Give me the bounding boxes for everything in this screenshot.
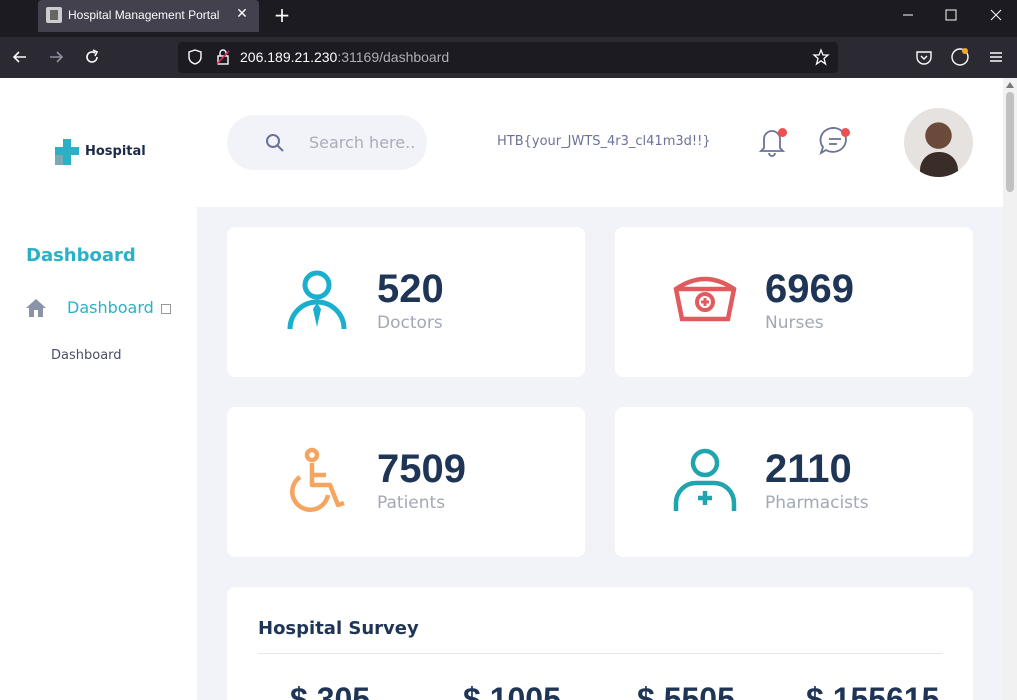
stat-value: 7509 [377,447,466,491]
url-text[interactable]: 206.189.21.230:31169/dashboard [240,49,449,65]
survey-value: $ 305 [290,681,371,700]
notification-dot [778,128,787,137]
sidebar: Hospital Dashboard Dashboard Dashboard [0,78,197,700]
stat-card-pharmacists: 2110 Pharmacists [615,407,973,557]
browser-tab[interactable]: Hospital Management Portal ✕ [38,0,259,32]
stat-value: 2110 [765,447,852,491]
reload-icon[interactable] [82,47,102,67]
site-favicon-icon [46,7,62,23]
scroll-up-arrow-icon[interactable] [1006,82,1014,88]
medical-cross-icon [55,139,79,165]
tab-close-icon[interactable]: ✕ [233,5,251,23]
insecure-lock-icon[interactable] [214,48,232,70]
stat-card-nurses: 6969 Nurses [615,227,973,377]
stat-label: Patients [377,493,446,513]
minimize-icon[interactable] [898,6,918,24]
forward-arrow-icon[interactable] [46,47,66,67]
user-avatar[interactable] [904,108,973,177]
stat-label: Nurses [765,313,824,333]
stat-card-patients: 7509 Patients [227,407,585,557]
hospital-survey-card: Hospital Survey $ 305 $ 1005 $ 5505 $ 15… [227,587,973,700]
address-bar[interactable]: 206.189.21.230:31169/dashboard [178,42,838,73]
search-placeholder: Search here.. [309,133,416,152]
sidebar-item-dashboard[interactable]: Dashboard [26,296,186,322]
firefox-account-icon[interactable] [950,47,970,67]
logo-text: Hospital [85,144,146,159]
search-icon [266,134,284,152]
sidebar-subitem-dashboard[interactable]: Dashboard [51,348,122,363]
home-icon [26,299,46,317]
pharmacist-icon [673,448,737,511]
tab-title: Hospital Management Portal [68,8,220,22]
page-viewport: Hospital Dashboard Dashboard Dashboard S… [0,78,1003,700]
browser-toolbar: 206.189.21.230:31169/dashboard [0,37,1017,78]
search-input[interactable]: Search here.. [227,115,427,170]
page-scrollbar[interactable] [1003,78,1017,700]
window-close-icon[interactable] [986,6,1006,24]
top-header: Search here.. HTB{your_JWTS_4r3_cl41m3d!… [197,78,1003,207]
survey-value: $ 1005 [463,681,561,700]
stat-value: 520 [377,267,444,311]
stat-label: Doctors [377,313,443,333]
sidebar-item-label: Dashboard [67,298,154,317]
nurse-cap-icon [673,276,737,322]
new-tab-button[interactable]: + [272,4,292,26]
missing-glyph-icon [161,304,171,314]
hamburger-menu-icon[interactable] [986,47,1006,67]
survey-value: $ 5505 [637,681,735,700]
survey-title: Hospital Survey [258,618,419,639]
message-dot [841,128,850,137]
doctor-icon [287,270,347,330]
bookmark-star-icon[interactable] [812,48,830,70]
scrollbar-thumb[interactable] [1006,92,1014,192]
survey-value: $ 155615 [806,681,940,700]
divider [258,653,943,654]
sidebar-heading: Dashboard [26,245,136,266]
pocket-icon[interactable] [914,47,934,67]
flag-text: HTB{your_JWTS_4r3_cl41m3d!!} [497,134,711,149]
tracking-shield-icon[interactable] [186,48,204,70]
browser-tab-strip: Hospital Management Portal ✕ + [0,0,1017,34]
notifications-bell-icon[interactable] [755,124,789,158]
stat-label: Pharmacists [765,493,869,513]
stat-card-doctors: 520 Doctors [227,227,585,377]
stat-value: 6969 [765,267,854,311]
maximize-icon[interactable] [941,6,961,24]
messages-chat-icon[interactable] [818,124,852,158]
back-arrow-icon[interactable] [10,47,30,67]
wheelchair-icon [290,447,345,513]
